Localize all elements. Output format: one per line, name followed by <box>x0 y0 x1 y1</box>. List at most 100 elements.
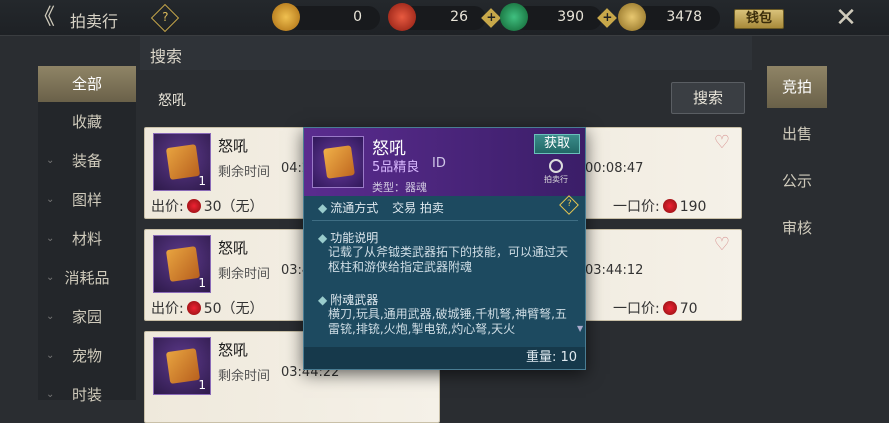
currency-gold-value: 0 <box>353 9 362 25</box>
sidebar-item-label: 宠物 <box>71 347 102 365</box>
price-label: 出价: <box>151 199 184 215</box>
item-name: 怒吼 <box>218 341 249 359</box>
help-diamond-icon[interactable]: ? <box>559 195 579 215</box>
favorite-heart-icon[interactable]: ♡ <box>711 134 733 152</box>
price-label: 一口价: <box>613 199 660 215</box>
panel-title: 搜索 <box>150 47 183 66</box>
currency-red-value: 26 <box>450 9 468 25</box>
sidebar-item-label: 装备 <box>71 152 102 170</box>
sidebar-item-pets[interactable]: ⌄ 宠物 <box>38 338 136 374</box>
plus-icon: + <box>486 10 497 25</box>
bullet-icon: ◆ <box>318 293 328 307</box>
bullet-icon: ◆ <box>318 231 328 245</box>
sidebar-item-label: 时装 <box>71 386 102 404</box>
sidebar-item-patterns[interactable]: ⌄ 图样 <box>38 182 136 218</box>
page-title: 拍卖行 <box>70 12 119 31</box>
tab-public-notice[interactable]: 公示 <box>767 160 827 202</box>
wallet-button[interactable]: 钱包 <box>734 9 784 29</box>
gold-coin-pouch-icon <box>272 3 300 31</box>
close-button[interactable]: ✕ <box>832 3 860 33</box>
chevron-down-icon: ⌄ <box>46 350 55 361</box>
item-quality: 5品精良 <box>372 160 420 175</box>
plus-icon: + <box>602 10 613 25</box>
scroll-down-icon[interactable]: ▼ <box>577 324 583 333</box>
tab-label: 出售 <box>781 125 812 143</box>
gold-leaf-icon <box>618 3 646 31</box>
currency-jade-value: 390 <box>557 9 584 25</box>
bid-price: 出价: 30（无） <box>151 196 264 216</box>
add-red-currency-button[interactable]: + <box>481 8 501 28</box>
chevron-down-icon: ⌄ <box>46 233 55 244</box>
sidebar-item-label: 消耗品 <box>64 269 110 287</box>
red-coin-icon <box>662 301 677 315</box>
price-label: 一口价: <box>613 301 660 317</box>
currency-leaf: 3478 <box>618 3 720 31</box>
get-button[interactable]: 获取 <box>534 134 580 154</box>
item-quantity: 1 <box>198 174 206 188</box>
chevron-down-icon: ⌄ <box>46 311 55 322</box>
function-label: 功能说明 <box>330 231 379 245</box>
search-button[interactable]: 搜索 <box>671 82 745 114</box>
sidebar-item-label: 材料 <box>71 230 102 248</box>
currency-jade: 390 + <box>500 3 617 31</box>
bid-price: 出价: 50（无） <box>151 298 264 318</box>
item-tooltip: 怒吼 5品精良 ID 类型：器魂 获取 拍卖行 ◆ 流通方式 交易 拍卖 ? ◆ 功… <box>303 127 586 370</box>
sidebar-item-label: 图样 <box>71 191 102 209</box>
buyout-price: 一口价: 190 <box>613 196 706 216</box>
sidebar-item-label: 全部 <box>71 75 102 93</box>
time-remaining-value: 00:08:47 <box>585 161 644 176</box>
tooltip-header: 怒吼 5品精良 ID 类型：器魂 获取 拍卖行 <box>304 128 585 196</box>
price-label: 出价: <box>151 301 184 317</box>
tab-sell[interactable]: 出售 <box>767 113 827 155</box>
function-description: 记载了从斧钺类武器拓下的技能，可以通过天枢柱和游侠给指定武器附魂 <box>328 245 569 274</box>
auction-house-icon[interactable] <box>549 159 563 173</box>
item-icon: 1 <box>153 235 211 293</box>
price-value: 190 <box>679 199 707 215</box>
tab-label: 公示 <box>781 172 812 190</box>
auction-house-label: 拍卖行 <box>544 175 568 184</box>
sidebar-item-consumables[interactable]: ⌄ 消耗品 <box>38 260 136 296</box>
bullet-icon: ◆ <box>318 201 328 215</box>
search-row: 怒吼 搜索 <box>140 70 752 126</box>
buyout-price: 一口价: 70 <box>613 298 698 318</box>
category-sidebar: 全部 收藏 ⌄ 装备 ⌄ 图样 ⌄ 材料 ⌄ 消耗品 ⌄ 家园 ⌄ 宠物 ⌄ 时装 <box>38 66 136 404</box>
function-row: ◆ 功能说明 <box>318 229 378 246</box>
sidebar-item-fashion[interactable]: ⌄ 时装 <box>38 377 136 413</box>
sidebar-item-home[interactable]: ⌄ 家园 <box>38 299 136 335</box>
search-query-text: 怒吼 <box>158 93 186 109</box>
scroll-icon <box>323 145 355 179</box>
item-id-label: ID <box>432 156 446 171</box>
question-diamond-icon: ? <box>162 10 169 25</box>
mode-sidebar: 竞拍 出售 公示 审核 <box>767 66 827 400</box>
item-icon <box>312 136 364 188</box>
sidebar-item-favorites[interactable]: 收藏 <box>38 104 136 140</box>
currency-gold: 0 <box>272 3 380 31</box>
time-remaining-label: 剩余时间 <box>218 165 271 180</box>
tab-bidding[interactable]: 竞拍 <box>767 66 827 108</box>
panel-header: 搜索 <box>140 36 752 70</box>
red-coin-icon <box>662 199 677 213</box>
favorite-heart-icon[interactable]: ♡ <box>711 236 733 254</box>
sidebar-item-all[interactable]: 全部 <box>38 66 136 102</box>
help-button[interactable]: ? <box>150 3 180 33</box>
sidebar-item-materials[interactable]: ⌄ 材料 <box>38 221 136 257</box>
price-value: 50（无） <box>203 301 264 317</box>
chevron-down-icon: ⌄ <box>46 389 55 400</box>
item-quantity: 1 <box>198 378 206 392</box>
back-button[interactable]: 《 <box>30 5 58 31</box>
chevron-down-icon: ⌄ <box>46 155 55 166</box>
tab-review[interactable]: 审核 <box>767 207 827 249</box>
currency-leaf-value: 3478 <box>666 9 702 25</box>
circulation-label: 流通方式 <box>330 201 379 215</box>
top-bar: 《 拍卖行 ? 0 26 + 390 + 3478 钱包 ✕ <box>0 0 889 36</box>
scroll-icon <box>165 144 201 180</box>
attach-weapons-label: 附魂武器 <box>330 293 379 307</box>
add-jade-currency-button[interactable]: + <box>597 8 617 28</box>
red-coin-icon <box>186 301 201 315</box>
sidebar-item-equipment[interactable]: ⌄ 装备 <box>38 143 136 179</box>
sidebar-item-label: 收藏 <box>71 113 102 131</box>
item-icon: 1 <box>153 337 211 395</box>
scroll-icon <box>165 246 201 282</box>
tab-label: 审核 <box>781 219 812 237</box>
currency-red: 26 + <box>388 3 501 31</box>
